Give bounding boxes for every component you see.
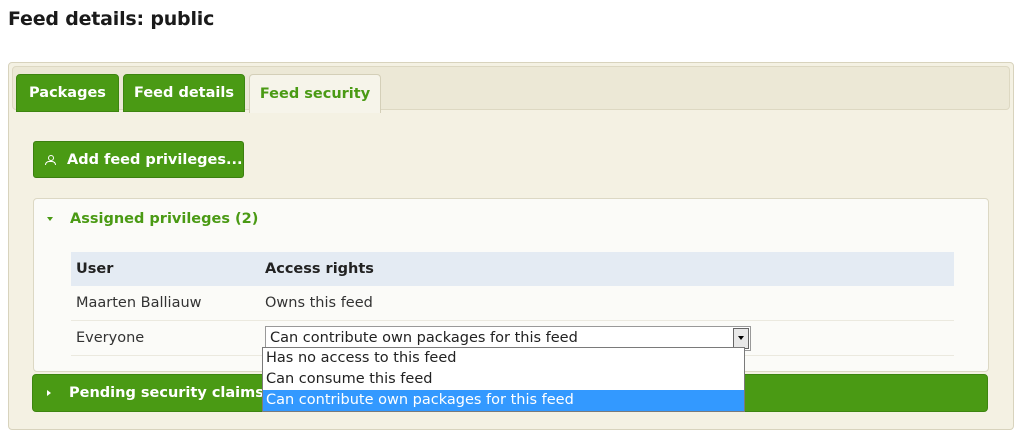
user-icon xyxy=(45,154,56,165)
pending-security-claims-title: Pending security claims (1) xyxy=(69,385,293,401)
assigned-privileges-title: Assigned privileges (2) xyxy=(70,211,259,227)
assigned-privileges-section: Assigned privileges (2) User Access righ… xyxy=(33,198,989,372)
column-header-access-rights: Access rights xyxy=(260,252,954,286)
collapsed-arrow-icon xyxy=(47,390,51,396)
page-title: Feed details: public xyxy=(8,8,215,30)
add-feed-privileges-label: Add feed privileges... xyxy=(67,151,243,168)
tab-feed-security[interactable]: Feed security xyxy=(249,74,381,113)
column-header-user: User xyxy=(71,252,260,286)
dropdown-option[interactable]: Can consume this feed xyxy=(263,369,744,390)
access-rights-cell: Owns this feed xyxy=(260,286,954,321)
dropdown-option-selected[interactable]: Can contribute own packages for this fee… xyxy=(263,390,744,411)
tab-packages[interactable]: Packages xyxy=(16,74,119,112)
dropdown-arrow-icon[interactable] xyxy=(733,327,749,349)
table-row: Maarten Balliauw Owns this feed xyxy=(71,286,954,321)
access-rights-dropdown-list: Has no access to this feed Can consume t… xyxy=(262,347,745,412)
assigned-privileges-header[interactable]: Assigned privileges (2) xyxy=(44,209,258,229)
add-feed-privileges-button[interactable]: Add feed privileges... xyxy=(33,141,244,178)
user-cell: Everyone xyxy=(71,320,260,356)
user-cell: Maarten Balliauw xyxy=(71,286,260,321)
privileges-table: User Access rights Maarten Balliauw Owns… xyxy=(71,252,954,356)
dropdown-option[interactable]: Has no access to this feed xyxy=(263,348,744,369)
tab-nav: Packages Feed details Feed security xyxy=(12,66,1010,113)
expanded-arrow-icon xyxy=(47,217,53,221)
access-rights-select-value: Can contribute own packages for this fee… xyxy=(270,330,578,346)
tab-feed-details[interactable]: Feed details xyxy=(123,74,245,112)
